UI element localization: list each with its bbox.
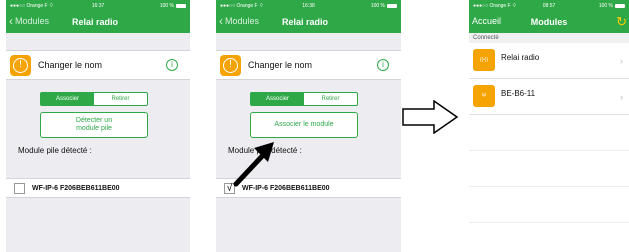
phone-screen-2: ●●●○○ Orange F ⌔ 16:38 100 % ‹ Modules Re… — [216, 0, 401, 252]
warning-icon: ! — [220, 55, 241, 76]
status-bar: ●●●○○ Orange F ⌔ 16:37 100 % — [6, 0, 190, 11]
nav-title: Relai radio — [72, 17, 119, 27]
empty-row — [469, 223, 629, 252]
carrier: ●●●○○ Orange F ⌔ — [10, 3, 54, 9]
back-label: Modules — [15, 16, 50, 26]
detected-label: Module pile détecté : — [18, 146, 92, 155]
clock: 16:37 — [91, 3, 105, 9]
list-item[interactable]: Ψ BE-B6-11 › — [469, 79, 629, 115]
back-button[interactable]: ‹ Modules — [219, 14, 260, 28]
rename-row[interactable]: ! Changer le nom i — [216, 50, 401, 80]
section-header: Connecté — [469, 33, 629, 43]
rename-row[interactable]: ! Changer le nom i — [6, 50, 190, 80]
segment-associate[interactable]: Associer — [251, 93, 304, 105]
empty-row — [469, 151, 629, 187]
battery-icon — [176, 3, 186, 8]
chevron-left-icon: ‹ — [9, 14, 13, 28]
list-item-label: Relai radio — [501, 53, 540, 62]
chevron-right-icon: › — [620, 92, 623, 102]
pointer-arrow-icon — [233, 142, 274, 187]
back-button[interactable]: ‹ Modules — [9, 14, 50, 28]
associate-module-label: Associer le module — [274, 121, 334, 128]
refresh-icon[interactable]: ↻ — [616, 14, 627, 30]
nav-bar: Accueil Modules ↻ — [469, 11, 629, 33]
status-bar: ●●●○○ Orange F ⌔ 08:57 100 % — [469, 0, 629, 11]
home-button[interactable]: Accueil — [472, 16, 501, 26]
associate-remove-segmented: Associer Retirer — [250, 92, 358, 106]
home-label: Accueil — [472, 16, 502, 26]
nav-bar: ‹ Modules Relai radio — [216, 11, 401, 33]
battery-icon — [615, 3, 625, 8]
associate-remove-segmented: Associer Retirer — [40, 92, 148, 106]
module-row[interactable]: WF-IP-6 F206BEB611BE00 — [6, 178, 190, 198]
clock: 08:57 — [542, 3, 556, 9]
chevron-right-icon: › — [620, 56, 623, 66]
status-bar: ●●●○○ Orange F ⌔ 16:38 100 % — [216, 0, 401, 11]
warning-icon: ! — [10, 55, 31, 76]
nav-title: Modules — [530, 17, 568, 27]
battery: 100 % — [160, 3, 186, 9]
relay-radio-icon: ((•)) — [473, 49, 495, 71]
transition-arrow-icon — [402, 100, 458, 134]
list-item[interactable]: ((•)) Relai radio › — [469, 43, 629, 79]
battery-level: 100 % — [370, 3, 385, 9]
battery: 100 % — [599, 3, 625, 9]
empty-row — [469, 115, 629, 151]
detect-module-label: Détecter un module pile — [75, 117, 113, 132]
detect-module-button[interactable]: Détecter un module pile — [40, 112, 148, 138]
battery-level: 100 % — [598, 3, 613, 9]
clock: 16:38 — [302, 3, 315, 9]
info-icon[interactable]: i — [377, 59, 389, 71]
associate-module-button[interactable]: Associer le module — [250, 112, 358, 138]
carrier: ●●●○○ Orange F ⌔ — [473, 3, 517, 9]
carrier: ●●●○○ Orange F ⌔ — [220, 3, 264, 9]
segment-remove[interactable]: Retirer — [94, 93, 147, 105]
battery: 100 % — [371, 3, 397, 9]
segment-associate[interactable]: Associer — [41, 93, 94, 105]
phone-screen-1: ●●●○○ Orange F ⌔ 16:37 100 % ‹ Modules Re… — [6, 0, 190, 252]
nav-title: Relai radio — [282, 17, 329, 27]
back-label: Modules — [225, 16, 260, 26]
chevron-left-icon: ‹ — [219, 14, 223, 28]
phone-screen-3: ●●●○○ Orange F ⌔ 08:57 100 % Accueil Mod… — [469, 0, 629, 252]
module-list: ((•)) Relai radio › Ψ BE-B6-11 › — [469, 43, 629, 252]
battery-icon — [387, 3, 397, 8]
module-text: WF-IP-6 F206BEB611BE00 — [32, 185, 120, 192]
empty-row — [469, 187, 629, 223]
antenna-icon: Ψ — [473, 85, 495, 107]
nav-bar: ‹ Modules Relai radio — [6, 11, 190, 33]
info-icon[interactable]: i — [166, 59, 178, 71]
rename-label: Changer le nom — [248, 60, 313, 70]
module-checkbox[interactable] — [14, 183, 25, 194]
battery-level: 100 % — [159, 3, 174, 9]
segment-remove[interactable]: Retirer — [304, 93, 357, 105]
list-item-label: BE-B6-11 — [501, 89, 536, 98]
rename-label: Changer le nom — [38, 60, 103, 70]
